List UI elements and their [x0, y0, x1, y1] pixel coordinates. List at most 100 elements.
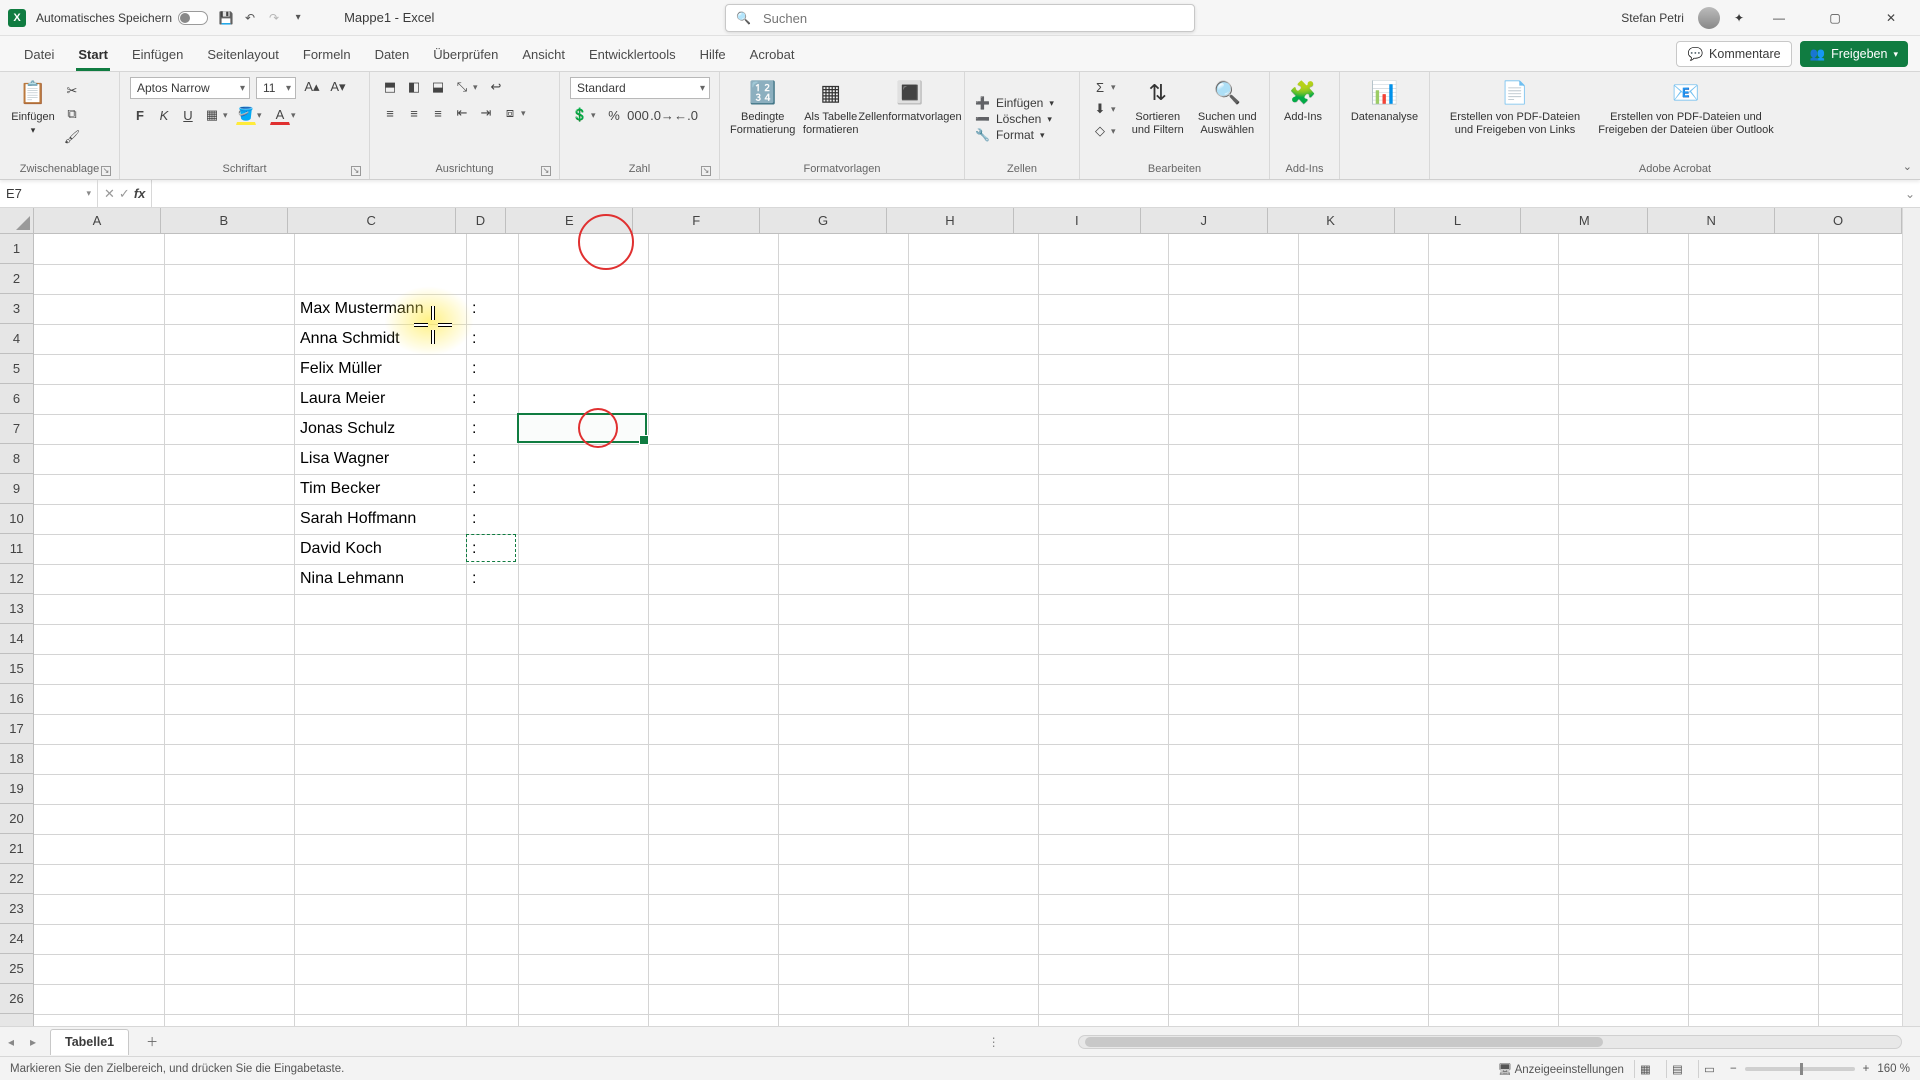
create-pdf-outlook-button[interactable]: 📧Erstellen von PDF-Dateien und Freigeben… [1596, 77, 1776, 136]
wrap-text-button[interactable]: ↩ [486, 77, 506, 97]
col-header-N[interactable]: N [1648, 208, 1775, 233]
col-header-O[interactable]: O [1775, 208, 1902, 233]
insert-cells-button[interactable]: ➕Einfügen▾ [975, 96, 1054, 110]
row-header-19[interactable]: 19 [0, 774, 33, 804]
cell-C11[interactable]: David Koch [296, 534, 386, 564]
tab-überprüfen[interactable]: Überprüfen [421, 39, 510, 71]
cell-D8[interactable]: : [468, 444, 480, 474]
cells-grid[interactable]: Max Mustermann:Anna Schmidt:Felix Müller… [34, 234, 1902, 1026]
decrease-font-button[interactable]: A▾ [328, 77, 348, 97]
autosum-button[interactable]: Σ▾ [1090, 77, 1120, 97]
cell-D12[interactable]: : [468, 564, 480, 594]
row-header-21[interactable]: 21 [0, 834, 33, 864]
merge-button[interactable]: ⧈ [500, 103, 520, 123]
row-header-17[interactable]: 17 [0, 714, 33, 744]
delete-cells-button[interactable]: ➖Löschen▾ [975, 112, 1052, 126]
share-button[interactable]: 👥 Freigeben ▾ [1800, 41, 1908, 67]
find-select-button[interactable]: 🔍 Suchen und Auswählen [1196, 77, 1260, 136]
cell-D6[interactable]: : [468, 384, 480, 414]
coming-soon-icon[interactable]: ✦ [1734, 11, 1744, 25]
tab-entwicklertools[interactable]: Entwicklertools [577, 39, 688, 71]
font-color-button[interactable]: A [270, 105, 290, 125]
row-header-8[interactable]: 8 [0, 444, 33, 474]
worksheet-area[interactable]: ABCDEFGHIJKLMNO 123456789101112131415161… [0, 208, 1920, 1026]
decrease-decimal-button[interactable]: ←.0 [676, 105, 696, 125]
col-header-L[interactable]: L [1395, 208, 1522, 233]
col-header-E[interactable]: E [506, 208, 633, 233]
copy-button[interactable]: ⧉ [62, 104, 82, 124]
tab-seitenlayout[interactable]: Seitenlayout [195, 39, 291, 71]
tab-start[interactable]: Start [66, 39, 120, 71]
row-header-2[interactable]: 2 [0, 264, 33, 294]
undo-icon[interactable]: ↶ [242, 10, 258, 26]
search-input[interactable] [761, 10, 1184, 27]
zoom-level[interactable]: 160 % [1877, 1063, 1910, 1075]
col-header-C[interactable]: C [288, 208, 456, 233]
col-header-M[interactable]: M [1521, 208, 1648, 233]
tab-datei[interactable]: Datei [12, 39, 66, 71]
row-header-10[interactable]: 10 [0, 504, 33, 534]
normal-view-button[interactable]: ▦ [1634, 1060, 1656, 1078]
cut-button[interactable]: ✂ [62, 81, 82, 101]
fill-button[interactable]: ⬇▾ [1090, 99, 1120, 119]
tab-acrobat[interactable]: Acrobat [738, 39, 807, 71]
row-header-3[interactable]: 3 [0, 294, 33, 324]
zoom-slider[interactable] [1745, 1067, 1855, 1071]
row-header-5[interactable]: 5 [0, 354, 33, 384]
comments-button[interactable]: 💬 Kommentare [1676, 41, 1791, 67]
font-size-select[interactable]: 11 [256, 77, 296, 99]
cell-C6[interactable]: Laura Meier [296, 384, 389, 414]
tab-einfügen[interactable]: Einfügen [120, 39, 195, 71]
page-layout-view-button[interactable]: ▤ [1666, 1060, 1688, 1078]
align-right-button[interactable]: ≡ [428, 103, 448, 123]
display-settings-button[interactable]: 🖥 Anzeigeeinstellungen [1497, 1062, 1624, 1076]
dialog-launcher-icon[interactable] [701, 166, 711, 176]
row-header-13[interactable]: 13 [0, 594, 33, 624]
collapse-ribbon-button[interactable]: ⌄ [1903, 160, 1912, 173]
data-analysis-button[interactable]: 📊Datenanalyse [1350, 77, 1419, 123]
col-header-G[interactable]: G [760, 208, 887, 233]
row-header-25[interactable]: 25 [0, 954, 33, 984]
tab-formeln[interactable]: Formeln [291, 39, 363, 71]
italic-button[interactable]: K [154, 105, 174, 125]
conditional-formatting-button[interactable]: 🔢 Bedingte Formatierung [730, 77, 795, 136]
row-header-26[interactable]: 26 [0, 984, 33, 1014]
cell-C9[interactable]: Tim Becker [296, 474, 384, 504]
add-sheet-button[interactable]: ＋ [139, 1031, 165, 1053]
align-middle-button[interactable]: ◧ [404, 77, 424, 97]
close-button[interactable]: ✕ [1870, 4, 1912, 32]
row-header-18[interactable]: 18 [0, 744, 33, 774]
redo-icon[interactable]: ↷ [266, 10, 282, 26]
col-header-D[interactable]: D [456, 208, 507, 233]
select-all-corner[interactable] [0, 208, 34, 234]
zoom-out-button[interactable]: − [1730, 1063, 1737, 1075]
row-header-22[interactable]: 22 [0, 864, 33, 894]
thousands-button[interactable]: 000 [628, 105, 648, 125]
column-headers[interactable]: ABCDEFGHIJKLMNO [34, 208, 1902, 234]
align-left-button[interactable]: ≡ [380, 103, 400, 123]
col-header-B[interactable]: B [161, 208, 288, 233]
format-as-table-button[interactable]: ▦ Als Tabelle formatieren [801, 77, 860, 136]
expand-formula-bar-button[interactable]: ⌄ [1900, 180, 1920, 207]
autosave-toggle[interactable] [178, 11, 208, 25]
col-header-K[interactable]: K [1268, 208, 1395, 233]
create-pdf-link-button[interactable]: 📄Erstellen von PDF-Dateien und Freigeben… [1440, 77, 1590, 136]
save-icon[interactable]: 💾 [218, 10, 234, 26]
cell-C8[interactable]: Lisa Wagner [296, 444, 393, 474]
align-center-button[interactable]: ≡ [404, 103, 424, 123]
tab-hilfe[interactable]: Hilfe [688, 39, 738, 71]
align-bottom-button[interactable]: ⬓ [428, 77, 448, 97]
align-top-button[interactable]: ⬒ [380, 77, 400, 97]
orientation-button[interactable]: ⤡ [452, 77, 472, 97]
sheet-nav-next-button[interactable]: ▸ [22, 1032, 44, 1052]
percent-button[interactable]: % [604, 105, 624, 125]
cell-D9[interactable]: : [468, 474, 480, 504]
cell-styles-button[interactable]: 🔳 Zellenformatvorlagen [866, 77, 954, 124]
row-header-9[interactable]: 9 [0, 474, 33, 504]
number-format-select[interactable]: Standard [570, 77, 710, 99]
row-header-1[interactable]: 1 [0, 234, 33, 264]
col-header-A[interactable]: A [34, 208, 161, 233]
row-header-14[interactable]: 14 [0, 624, 33, 654]
bold-button[interactable]: F [130, 105, 150, 125]
cell-C4[interactable]: Anna Schmidt [296, 324, 404, 354]
